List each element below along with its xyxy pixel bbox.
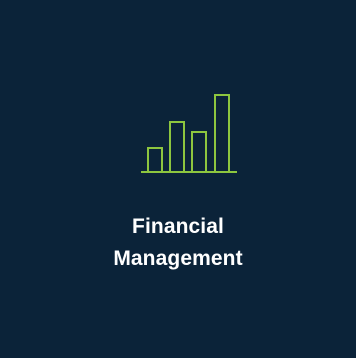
financial-management-tile[interactable]: Financial Management: [0, 0, 356, 358]
bar-2: [169, 121, 185, 173]
bar-3: [191, 131, 207, 173]
bar-chart-icon: [141, 93, 237, 175]
tile-title: Financial Management: [0, 211, 356, 275]
bar-1: [147, 147, 163, 173]
tile-title-line-2: Management: [113, 247, 243, 270]
bar-4: [214, 94, 230, 173]
tile-title-line-1: Financial: [132, 215, 224, 238]
